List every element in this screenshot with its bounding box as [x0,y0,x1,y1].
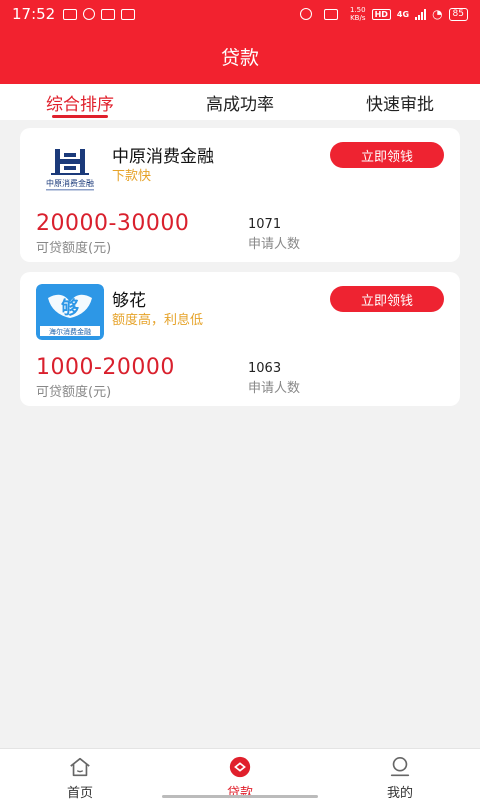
nav-home-label: 首页 [66,786,93,800]
applicant-count: 1063 [248,361,282,376]
tab-fast-approval[interactable]: 快速审批 [320,84,480,120]
gesture-bar [162,795,318,798]
status-bar: 17:52 1.50 KB/s HD 4G ◔ 85 [0,0,480,28]
applicant-count-label: 申请人数 [248,381,301,396]
battery-level: 85 [452,8,464,19]
sort-tabs: 综合排序 高成功率 快速审批 [0,84,480,120]
app-header: 贷款 [0,28,480,84]
alarm-icon [299,8,312,20]
tab-high-success[interactable]: 高成功率 [160,84,320,120]
loan-amount-label: 可贷额度(元) [36,241,112,256]
applicant-count-label: 申请人数 [248,237,301,252]
page-title: 贷款 [220,46,259,69]
product-logo: 中原消费金融 [36,140,104,196]
product-card[interactable]: 够 海尔消费金融 够花 额度高，利息低 立即领钱 1000-20000 可贷额度… [20,272,460,406]
notification-icon [63,8,78,20]
svg-text:够: 够 [60,297,79,319]
apply-button[interactable]: 立即领钱 [330,142,444,168]
product-tag: 额度高，利息低 [112,313,204,328]
product-name: 中原消费金融 [112,147,214,167]
status-time: 17:52 [12,5,56,23]
loan-icon [229,756,251,778]
nav-home[interactable]: 首页 [0,749,160,800]
apply-button[interactable]: 立即领钱 [330,286,444,312]
app-icon [121,8,136,20]
signal-icon [415,8,427,20]
gallery-icon [101,8,116,20]
product-name: 够花 [112,291,146,311]
loan-amount-label: 可贷额度(元) [36,385,112,400]
bottom-nav: 首页 贷款 我的 [0,748,480,800]
status-right: 1.50 KB/s HD 4G ◔ 85 [299,6,468,22]
product-logo: 够 海尔消费金融 [36,284,104,340]
loan-amount: 1000-20000 [36,355,175,380]
nav-profile-label: 我的 [386,786,413,800]
check-icon [83,8,96,20]
profile-icon [390,756,410,777]
tab-comprehensive[interactable]: 综合排序 [0,84,160,120]
hd-badge: HD [371,8,391,20]
net-speed: 1.50 KB/s [349,6,366,22]
vibrate-icon [323,8,338,20]
nav-profile[interactable]: 我的 [320,749,480,800]
wifi-icon: ◔ [432,7,443,21]
applicant-count: 1071 [248,217,282,232]
product-card[interactable]: 中原消费金融 中原消费金融 下款快 立即领钱 20000-30000 可贷额度(… [20,128,460,262]
product-tag: 下款快 [112,169,152,184]
home-icon [70,757,90,777]
nav-loan[interactable]: 贷款 [160,749,320,800]
network-type: 4G [396,9,410,19]
logo-text: 中原消费金融 [46,178,94,188]
loan-amount: 20000-30000 [36,211,190,236]
battery-icon: 85 [448,7,468,21]
logo-text: 海尔消费金融 [49,327,91,336]
